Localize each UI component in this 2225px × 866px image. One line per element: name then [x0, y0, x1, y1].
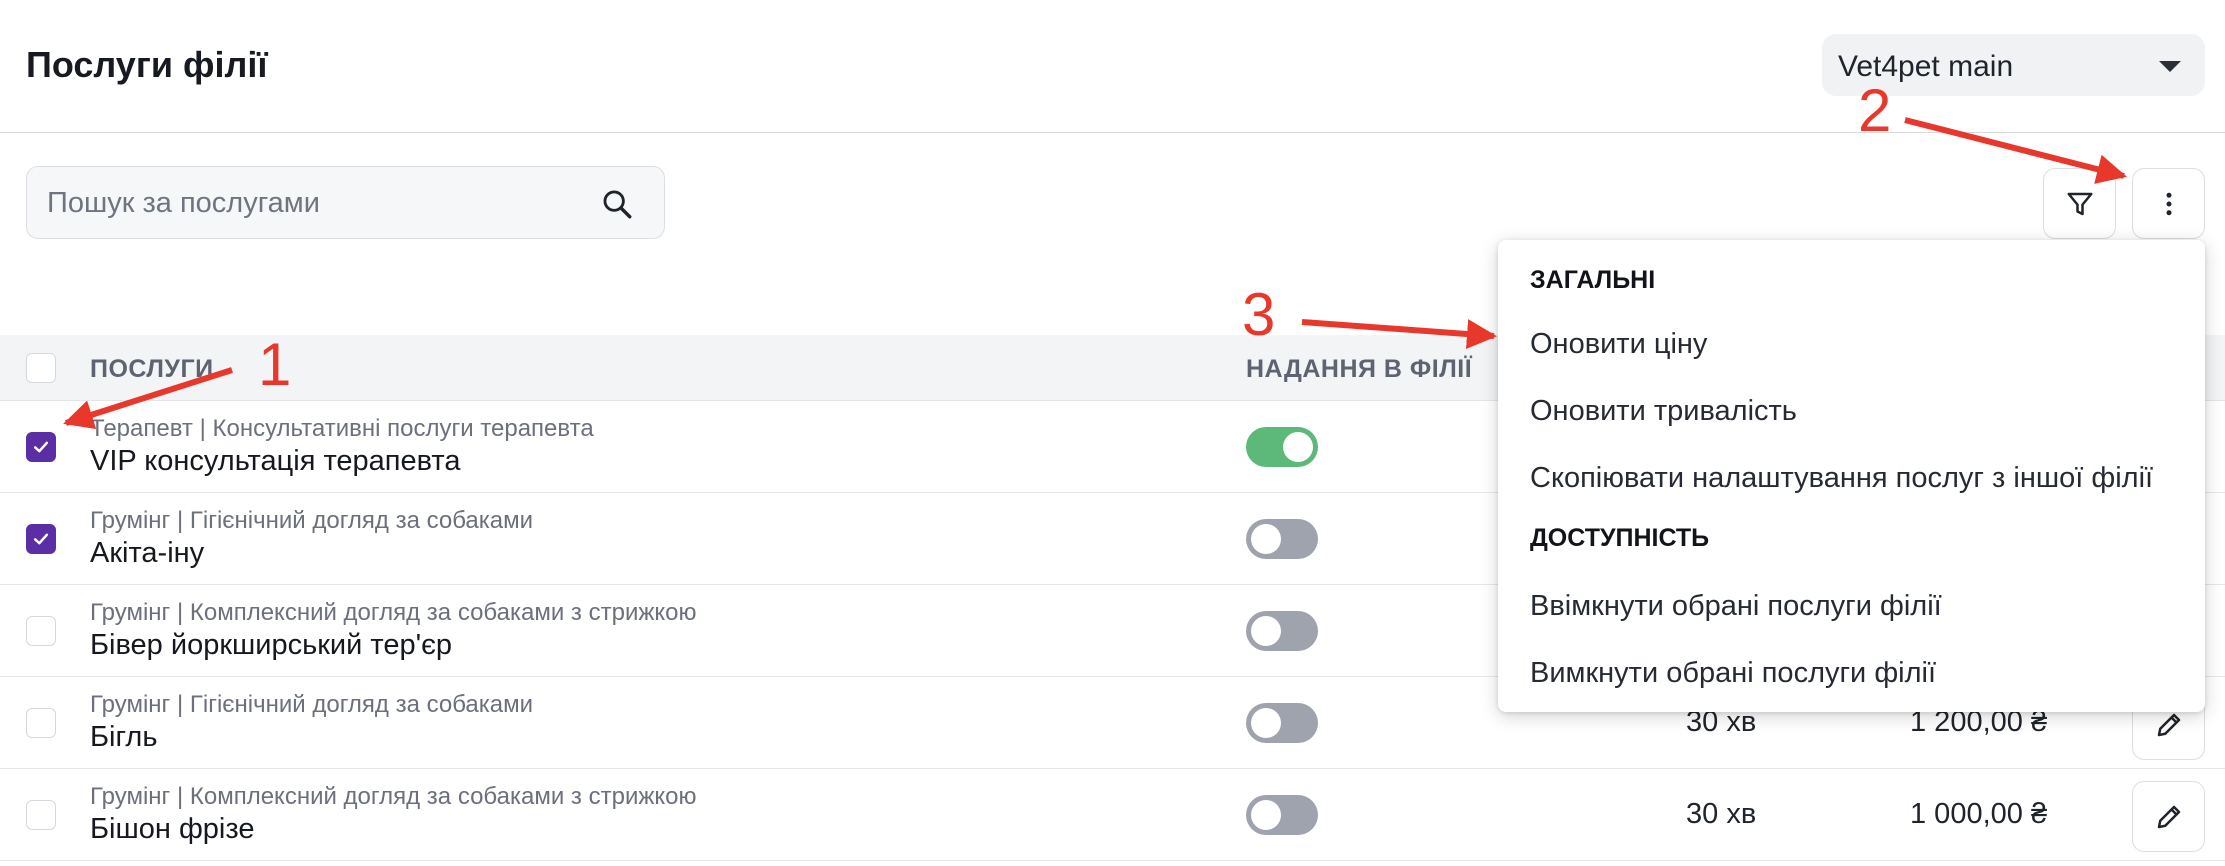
branch-services-page: Послуги філії Vet4pet main ПОСЛУГИ НАДАН…	[0, 0, 2225, 866]
annotation-label-1: 1	[258, 331, 292, 398]
annotation-label-2: 2	[1858, 77, 1892, 144]
annotation-label-3: 3	[1242, 281, 1276, 348]
annotation-arrow-1	[63, 367, 233, 430]
annotation-arrow-3	[1301, 319, 1497, 349]
annotation-arrow-2	[1904, 117, 2127, 184]
